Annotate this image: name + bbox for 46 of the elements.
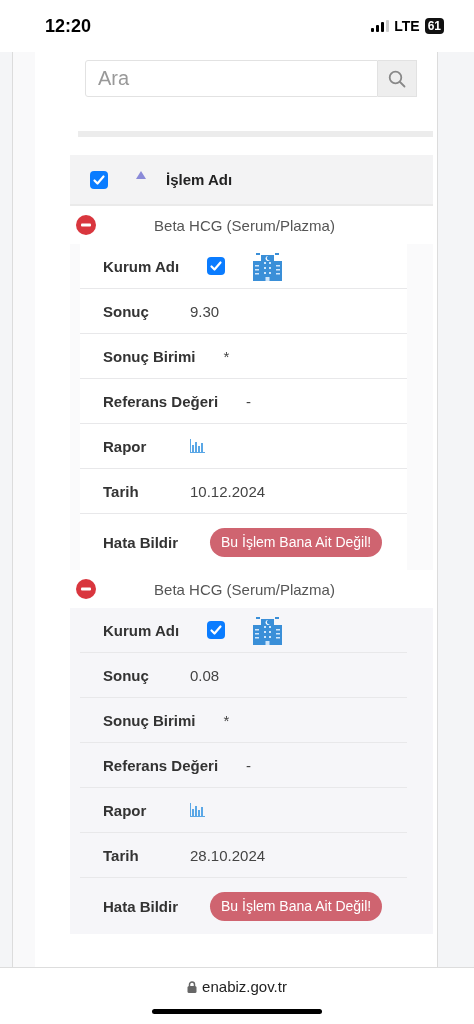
field-label: Sonuç Birimi bbox=[103, 711, 196, 729]
collapse-icon[interactable] bbox=[76, 215, 96, 235]
url-text[interactable]: enabiz.gov.tr bbox=[202, 978, 287, 995]
field-label: Sonuç bbox=[103, 302, 150, 320]
field-label: Rapor bbox=[103, 437, 148, 455]
field-label: Kurum Adı bbox=[103, 257, 180, 275]
report-error-button[interactable]: Bu İşlem Bana Ait Değil! bbox=[210, 527, 383, 557]
field-label: Hata Bildir bbox=[103, 897, 178, 915]
field-label: Hata Bildir bbox=[103, 533, 178, 551]
field-label: Referans Değeri bbox=[103, 392, 219, 410]
bar-chart-icon[interactable] bbox=[190, 803, 205, 817]
lock-icon bbox=[187, 980, 198, 993]
field-value: * bbox=[223, 347, 230, 365]
field-label: Sonuç bbox=[103, 666, 150, 684]
field-label: Referans Değeri bbox=[103, 756, 219, 774]
field-value: - bbox=[246, 392, 252, 410]
bar-chart-icon[interactable] bbox=[190, 439, 205, 453]
field-value: 0.08 bbox=[190, 666, 220, 684]
search-field[interactable]: Ara bbox=[85, 60, 378, 97]
building-icon bbox=[253, 251, 283, 281]
field-label: Kurum Adı bbox=[103, 621, 180, 639]
search-button[interactable] bbox=[378, 60, 417, 97]
field-label: Rapor bbox=[103, 801, 148, 819]
field-value: 9.30 bbox=[190, 302, 220, 320]
column-header[interactable]: İşlem Adı bbox=[166, 171, 233, 188]
network-label: LTE bbox=[394, 18, 420, 34]
checkbox[interactable] bbox=[90, 170, 108, 189]
building-icon bbox=[253, 615, 283, 645]
clock: 12:20 bbox=[45, 15, 92, 37]
report-error-button[interactable]: Bu İşlem Bana Ait Değil! bbox=[210, 891, 383, 921]
checkbox[interactable] bbox=[207, 621, 226, 639]
field-value: 28.10.2024 bbox=[190, 846, 266, 864]
collapse-icon[interactable] bbox=[76, 579, 96, 599]
checkbox[interactable] bbox=[207, 257, 226, 275]
field-value: 10.12.2024 bbox=[190, 482, 266, 500]
record-title: Beta HCG (Serum/Plazma) bbox=[153, 580, 336, 598]
field-value: * bbox=[223, 711, 230, 729]
signal-icon bbox=[371, 20, 390, 32]
field-label: Sonuç Birimi bbox=[103, 347, 196, 365]
field-label: Tarih bbox=[103, 482, 140, 500]
search-icon bbox=[388, 69, 406, 88]
sort-arrow-icon[interactable] bbox=[136, 170, 146, 179]
record-title: Beta HCG (Serum/Plazma) bbox=[153, 216, 336, 234]
field-value: - bbox=[246, 756, 252, 774]
field-label: Tarih bbox=[103, 846, 140, 864]
battery-level: 61 bbox=[424, 18, 444, 34]
